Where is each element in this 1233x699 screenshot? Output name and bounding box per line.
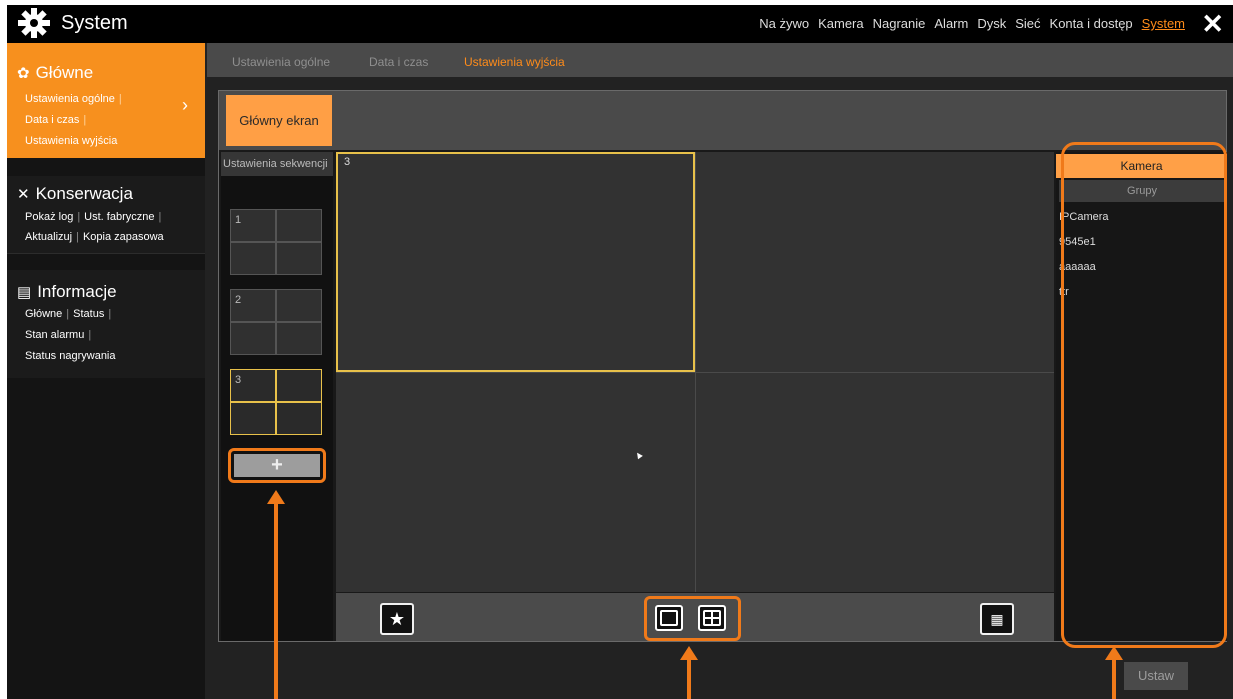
sidebar-maintenance-row1: Pokaż log | Ust. fabryczne |	[25, 211, 165, 223]
sequence-item-2[interactable]: 2	[230, 289, 322, 355]
sidebar: ✿ Główne Ustawienia ogólne | Data i czas |…	[7, 43, 205, 699]
separator: |	[108, 308, 112, 320]
sequence-item-3[interactable]: 3	[230, 369, 322, 435]
sidebar-maintenance-row2: Aktualizuj | Kopia zapasowa	[25, 231, 164, 243]
sidebar-section-maintenance-title[interactable]: ✕ Konserwacja	[17, 184, 133, 204]
tools-icon: ✕	[17, 186, 30, 203]
sidebar-section-main: ✿ Główne Ustawienia ogólne | Data i czas |…	[7, 43, 205, 158]
layout-buttons-highlight	[644, 596, 741, 641]
chevron-right-icon[interactable]: ›	[182, 95, 188, 116]
add-sequence-button[interactable]: +	[234, 454, 320, 477]
sidebar-item-factory-settings[interactable]: Ust. fabryczne	[84, 211, 154, 223]
sidebar-item-recording-status[interactable]: Status nagrywania	[25, 350, 116, 362]
sidebar-item-alarm-state[interactable]: Stan alarmu	[25, 329, 84, 341]
add-sequence-highlight: +	[228, 448, 326, 483]
sidebar-item-date-time[interactable]: Data i czas	[25, 114, 79, 126]
gear-icon	[18, 8, 50, 38]
app-title: System	[61, 11, 128, 34]
sidebar-section-information-label: Informacje	[37, 282, 117, 301]
top-bar: System Na żywo Kamera Nagranie Alarm Dys…	[7, 5, 1233, 43]
preview-cell-1[interactable]: 3	[336, 152, 695, 372]
nav-system[interactable]: System	[1142, 16, 1185, 31]
sidebar-item-output-row: Ustawienia wyjścia	[25, 135, 117, 147]
sidebar-section-information: ▤ Informacje Główne | Status | Stan alarmu |…	[7, 270, 205, 378]
sidebar-item-update[interactable]: Aktualizuj	[25, 231, 72, 243]
separator: |	[118, 93, 122, 105]
sidebar-info-row2: Stan alarmu |	[25, 329, 95, 341]
subtab-bar: Ustawienia ogólne Data i czas Ustawienia…	[207, 43, 1233, 77]
sidebar-section-maintenance-label: Konserwacja	[35, 184, 133, 203]
subtab-general-settings[interactable]: Ustawienia ogólne	[232, 55, 330, 69]
subtab-output-settings[interactable]: Ustawienia wyjścia	[464, 55, 565, 69]
nav-accounts[interactable]: Konta i dostęp	[1050, 16, 1133, 31]
separator: |	[88, 329, 92, 341]
sidebar-item-info-main[interactable]: Główne	[25, 308, 62, 320]
camera-panel-highlight	[1061, 142, 1227, 648]
sequence-number: 1	[235, 214, 242, 226]
nav-recording[interactable]: Nagranie	[873, 16, 926, 31]
subtab-date-time[interactable]: Data i czas	[369, 55, 428, 69]
nav-camera[interactable]: Kamera	[818, 16, 864, 31]
sidebar-item-status[interactable]: Status	[73, 308, 104, 320]
delete-layout-icon[interactable]: ▦	[980, 603, 1014, 635]
annotation-arrow-add	[267, 490, 285, 699]
nav-alarm[interactable]: Alarm	[934, 16, 968, 31]
sidebar-section-main-title[interactable]: ✿ Główne	[17, 63, 93, 83]
preview-cell-3[interactable]	[336, 372, 695, 592]
preview-cell-label: 3	[344, 156, 351, 168]
monitor-icon: ▤	[17, 284, 32, 301]
sidebar-info-row1: Główne | Status |	[25, 308, 115, 320]
annotation-arrow-camera	[1105, 646, 1123, 699]
gear-small-icon: ✿	[17, 65, 30, 82]
separator: |	[77, 211, 81, 223]
close-icon[interactable]: ✕	[1201, 9, 1224, 39]
sidebar-section-maintenance: ✕ Konserwacja Pokaż log | Ust. fabryczne | …	[7, 176, 205, 254]
sidebar-item-general-row: Ustawienia ogólne |	[25, 93, 126, 105]
sidebar-section-information-title[interactable]: ▤ Informacje	[17, 282, 117, 302]
separator: |	[158, 211, 162, 223]
separator: |	[83, 114, 87, 126]
nav-live[interactable]: Na żywo	[759, 16, 809, 31]
quad-layout-icon[interactable]	[698, 605, 726, 631]
nav-network[interactable]: Sieć	[1015, 16, 1040, 31]
sidebar-item-general-settings[interactable]: Ustawienia ogólne	[25, 93, 115, 105]
sidebar-item-backup[interactable]: Kopia zapasowa	[83, 231, 164, 243]
single-layout-icon[interactable]	[655, 605, 683, 631]
separator: |	[76, 231, 79, 243]
separator: |	[66, 308, 70, 320]
sidebar-info-row3: Status nagrywania	[25, 350, 116, 362]
sequence-number: 2	[235, 294, 242, 306]
preview-cell-2[interactable]	[695, 152, 1054, 372]
sidebar-item-output-settings[interactable]: Ustawienia wyjścia	[25, 135, 117, 147]
sidebar-section-main-label: Główne	[35, 63, 94, 82]
sequence-number: 3	[235, 374, 242, 386]
sidebar-item-datetime-row: Data i czas |	[25, 114, 90, 126]
annotation-arrow-layout	[680, 646, 698, 699]
sidebar-item-show-log[interactable]: Pokaż log	[25, 211, 73, 223]
sequence-header: Ustawienia sekwencji	[221, 152, 333, 176]
top-navigation: Na żywo Kamera Nagranie Alarm Dysk Sieć …	[759, 16, 1185, 31]
app-header: System	[17, 8, 128, 38]
sequence-item-1[interactable]: 1	[230, 209, 322, 275]
star-icon[interactable]: ★	[380, 603, 414, 635]
tab-main-screen[interactable]: Główny ekran	[226, 95, 332, 146]
set-button[interactable]: Ustaw	[1124, 662, 1188, 690]
layout-preview: 3	[336, 152, 1054, 592]
preview-cell-4[interactable]	[695, 372, 1054, 592]
nav-disk[interactable]: Dysk	[977, 16, 1006, 31]
